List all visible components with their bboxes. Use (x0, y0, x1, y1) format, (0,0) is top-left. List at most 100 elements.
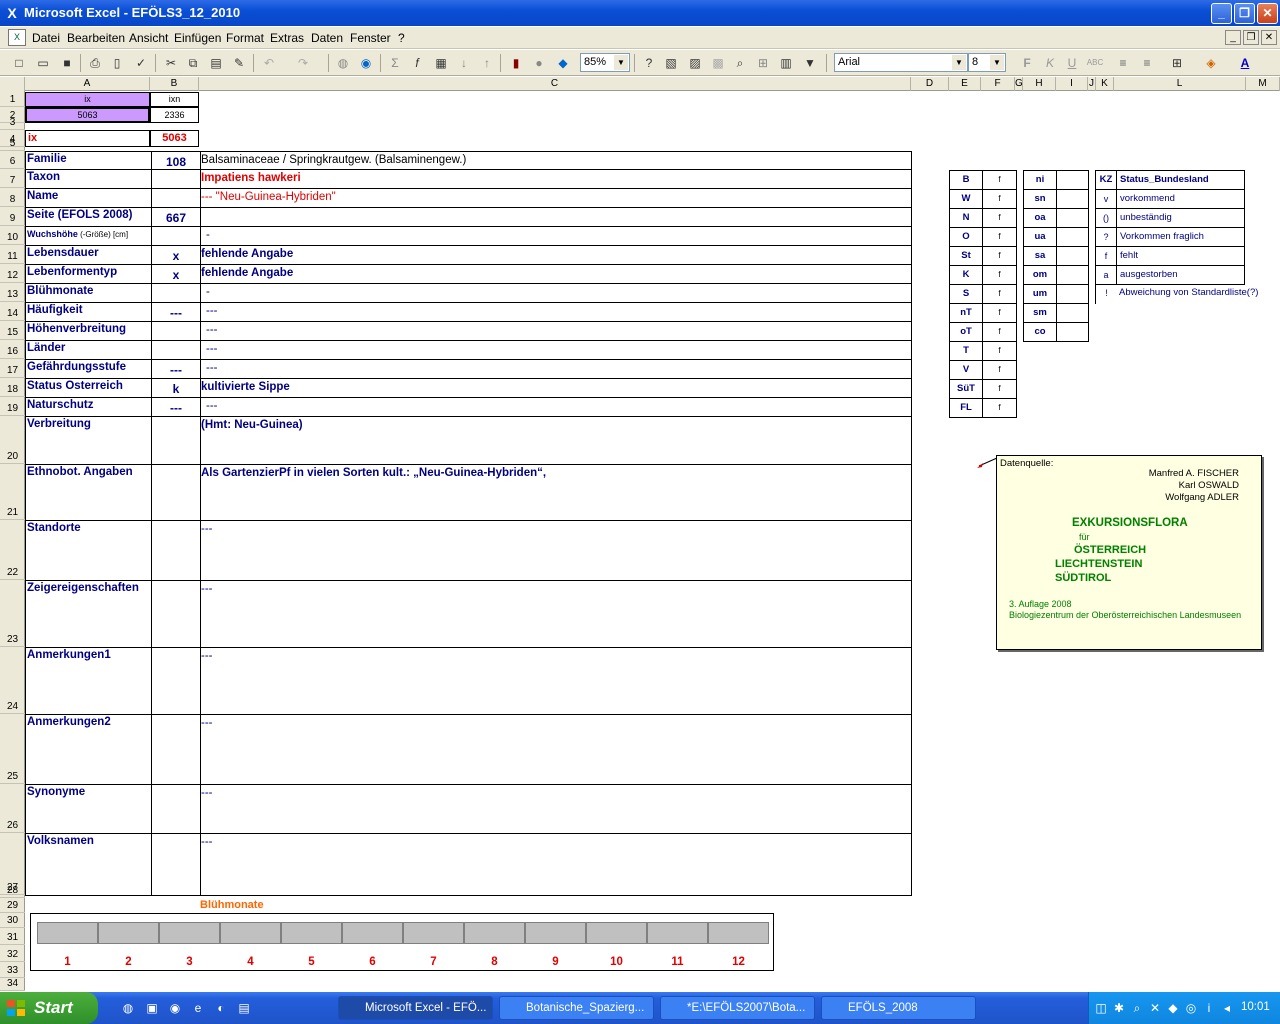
task-efoels-2008[interactable]: EFÖLS_2008 (821, 996, 976, 1020)
cell-b1[interactable]: ixn (150, 92, 199, 107)
month-cell[interactable] (159, 922, 220, 944)
quicklaunch-3-icon[interactable]: ◉ (167, 1000, 183, 1016)
field-c-value[interactable]: (Hmt: Neu-Guinea) (201, 419, 906, 431)
field-c-value[interactable]: - (206, 286, 911, 298)
region-code[interactable]: V (949, 360, 983, 380)
region-code[interactable]: FL (949, 398, 983, 418)
field-label[interactable]: Lebensdauer (27, 247, 149, 259)
zone-code[interactable]: sn (1023, 189, 1057, 209)
field-label[interactable]: Volksnamen (27, 835, 149, 847)
tray-6-icon[interactable]: ◎ (1183, 1000, 1199, 1016)
field-c-value[interactable]: --- (206, 305, 911, 317)
region-status[interactable]: f (982, 398, 1017, 418)
region-status[interactable]: f (982, 379, 1017, 399)
field-b-value[interactable]: --- (152, 401, 200, 415)
network-icon[interactable]: ◫ (1093, 1000, 1109, 1016)
region-code[interactable]: B (949, 170, 983, 190)
field-c-value[interactable]: --- (206, 324, 911, 336)
zone-code[interactable]: sm (1023, 303, 1057, 323)
month-cell[interactable] (525, 922, 586, 944)
zone-status[interactable] (1056, 189, 1089, 209)
zone-code[interactable]: oa (1023, 208, 1057, 228)
field-label[interactable]: Lebenformentyp (27, 266, 149, 278)
month-cell[interactable] (586, 922, 647, 944)
month-cell[interactable] (464, 922, 525, 944)
field-c-value[interactable]: --- (201, 523, 906, 535)
region-code[interactable]: T (949, 341, 983, 361)
region-status[interactable]: f (982, 284, 1017, 304)
search-icon[interactable]: ⌕ (1129, 1000, 1145, 1016)
zone-status[interactable] (1056, 322, 1089, 342)
zone-status[interactable] (1056, 284, 1089, 304)
field-c-value[interactable]: --- (201, 836, 906, 848)
field-c-value[interactable]: kultivierte Sippe (201, 381, 906, 393)
field-c-value[interactable]: --- (201, 583, 906, 595)
field-label[interactable]: Länder (27, 342, 149, 354)
quicklaunch-2-icon[interactable]: ▣ (144, 1000, 160, 1016)
field-label[interactable]: Ethnobot. Angaben (27, 466, 149, 478)
cell-a2-selected[interactable]: 5063 (25, 107, 150, 123)
field-label[interactable]: Gefährdungsstufe (27, 361, 149, 373)
field-c-value[interactable]: --- "Neu-Guinea-Hybriden" (201, 191, 906, 203)
field-b-value[interactable]: x (152, 249, 200, 263)
quicklaunch-6-icon[interactable]: ▤ (236, 1000, 252, 1016)
field-label[interactable]: Höhenverbreitung (27, 323, 149, 335)
field-label[interactable]: Taxon (27, 171, 149, 183)
month-cell[interactable] (342, 922, 403, 944)
shield-icon[interactable]: ◆ (1165, 1000, 1181, 1016)
zone-status[interactable] (1056, 265, 1089, 285)
field-b-value[interactable]: x (152, 268, 200, 282)
volume-icon[interactable]: ◂ (1219, 1000, 1235, 1016)
field-b-value[interactable]: k (152, 382, 200, 396)
field-label[interactable]: Blühmonate (27, 285, 149, 297)
region-code[interactable]: W (949, 189, 983, 209)
region-status[interactable]: f (982, 265, 1017, 285)
month-cell[interactable] (403, 922, 464, 944)
region-status[interactable]: f (982, 360, 1017, 380)
data-source-comment[interactable]: Datenquelle: Manfred A. FISCHER Karl OSW… (996, 455, 1262, 650)
field-label[interactable]: Seite (EFÖLS 2008) (27, 209, 149, 221)
zone-code[interactable]: ni (1023, 170, 1057, 190)
field-c-value[interactable]: fehlende Angabe (201, 248, 906, 260)
cell-a1[interactable]: ix (25, 92, 150, 107)
field-label[interactable]: Zeigereigenschaften (27, 582, 149, 594)
tray-4-icon[interactable]: ✕ (1147, 1000, 1163, 1016)
zone-status[interactable] (1056, 208, 1089, 228)
field-label[interactable]: Wuchshöhe (-Größe) [cm] (27, 228, 149, 240)
zone-status[interactable] (1056, 170, 1089, 190)
region-status[interactable]: f (982, 341, 1017, 361)
region-code[interactable]: K (949, 265, 983, 285)
region-code[interactable]: oT (949, 322, 983, 342)
field-label[interactable]: Standorte (27, 522, 149, 534)
field-label[interactable]: Naturschutz (27, 399, 149, 411)
month-cell[interactable] (281, 922, 342, 944)
field-label[interactable]: Anmerkungen1 (27, 649, 149, 661)
field-c-value[interactable]: --- (201, 787, 906, 799)
field-c-value[interactable]: - (206, 229, 911, 241)
field-c-value[interactable]: Balsaminaceae / Springkrautgew. (Balsami… (201, 154, 906, 166)
field-c-value[interactable]: Als GartenzierPf in vielen Sorten kult.:… (201, 467, 906, 479)
cell-b4[interactable]: 5063 (150, 130, 199, 147)
region-status[interactable]: f (982, 303, 1017, 323)
month-cell[interactable] (647, 922, 708, 944)
field-b-value[interactable]: --- (152, 306, 200, 320)
month-cell[interactable] (37, 922, 98, 944)
task-botanische[interactable]: Botanische_Spazierg... (499, 996, 654, 1020)
region-code[interactable]: N (949, 208, 983, 228)
month-cell[interactable] (220, 922, 281, 944)
region-code[interactable]: S (949, 284, 983, 304)
field-label[interactable]: Verbreitung (27, 418, 149, 430)
field-b-value[interactable]: --- (152, 363, 200, 377)
field-label[interactable]: Synonyme (27, 786, 149, 798)
field-label[interactable]: Häufigkeit (27, 304, 149, 316)
zone-code[interactable]: um (1023, 284, 1057, 304)
field-label[interactable]: Status Österreich (27, 380, 149, 392)
zone-code[interactable]: ua (1023, 227, 1057, 247)
zone-status[interactable] (1056, 246, 1089, 266)
month-cell[interactable] (98, 922, 159, 944)
region-code[interactable]: SüT (949, 379, 983, 399)
tray-2-icon[interactable]: ✱ (1111, 1000, 1127, 1016)
field-c-value[interactable]: Impatiens hawkeri (201, 172, 906, 184)
field-c-value[interactable]: --- (206, 400, 911, 412)
task-efoels-path[interactable]: *E:\EFÖLS2007\Bota... (660, 996, 815, 1020)
